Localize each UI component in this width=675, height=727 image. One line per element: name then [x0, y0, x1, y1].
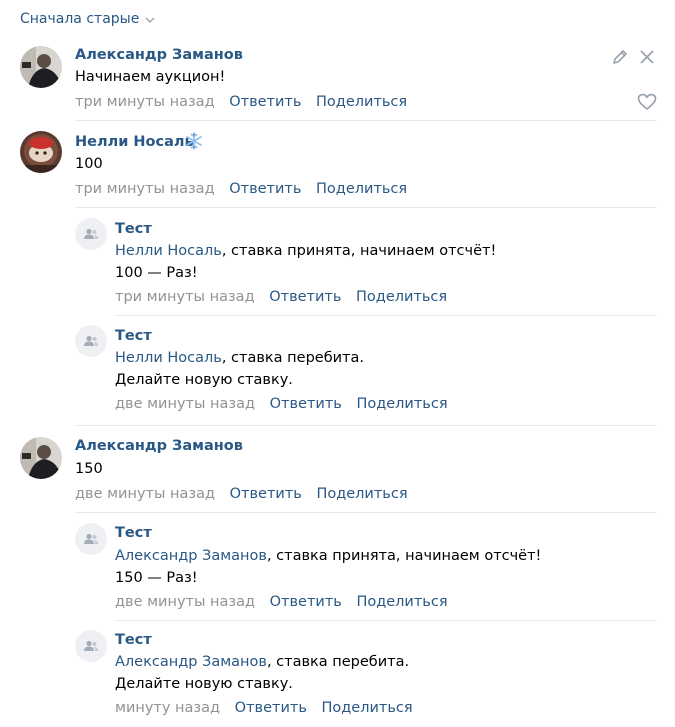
reply-text-line2: 150 — Раз! [115, 570, 198, 586]
avatar[interactable] [75, 523, 107, 555]
reply-author[interactable]: Тест [115, 525, 152, 541]
reply-time[interactable]: три минуты назад [115, 289, 255, 305]
mention-link[interactable]: Нелли Носаль [115, 243, 222, 259]
reply-button[interactable]: Ответить [230, 486, 302, 502]
reply-text-line1: Нелли Носаль, ставка перебита. [115, 350, 364, 366]
reply-text: , ставка перебита. [221, 350, 364, 366]
reply-button[interactable]: Ответить [229, 181, 301, 197]
reply-button[interactable]: Ответить [270, 396, 342, 412]
community-avatar-icon [84, 640, 98, 651]
reply-meta: минуту назад Ответить Поделиться [115, 700, 413, 716]
mention-link[interactable]: Нелли Носаль [115, 350, 222, 366]
chevron-down-icon [145, 17, 155, 23]
avatar[interactable] [20, 437, 62, 479]
comment-author[interactable]: Александр Заманов [75, 47, 243, 63]
reply-time[interactable]: две минуты назад [115, 396, 255, 412]
reply-text-line1: Александр Заманов, ставка перебита. [115, 654, 409, 670]
comment-text: 150 [75, 461, 103, 477]
pencil-icon[interactable] [611, 48, 629, 70]
share-button[interactable]: Поделиться [316, 94, 407, 110]
reply-meta: три минуты назад Ответить Поделиться [115, 289, 447, 305]
comment-meta: две минуты назад Ответить Поделиться [75, 486, 408, 502]
reply-time[interactable]: две минуты назад [115, 594, 255, 610]
separator [115, 620, 657, 621]
comment-meta: три минуты назад Ответить Поделиться [75, 94, 407, 110]
reply-text-line2: 100 — Раз! [115, 265, 198, 281]
reply-author[interactable]: Тест [115, 328, 152, 344]
comment-text: Начинаем аукцион! [75, 69, 226, 85]
separator [75, 425, 657, 426]
share-button[interactable]: Поделиться [316, 181, 407, 197]
reply-text-line1: Александр Заманов, ставка принята, начин… [115, 548, 541, 564]
reply-text: , ставка принята, начинаем отсчёт! [221, 243, 497, 259]
share-button[interactable]: Поделиться [316, 486, 407, 502]
reply-button[interactable]: Ответить [235, 700, 307, 716]
snowflake-icon [184, 131, 204, 155]
reply-button[interactable]: Ответить [269, 289, 341, 305]
separator [75, 120, 657, 121]
avatar[interactable] [75, 630, 107, 662]
sort-label: Сначала старые [20, 11, 140, 27]
mention-link[interactable]: Александр Заманов [115, 654, 267, 670]
comment-time[interactable]: три минуты назад [75, 94, 215, 110]
share-button[interactable]: Поделиться [356, 289, 447, 305]
reply-text-line1: Нелли Носаль, ставка принята, начинаем о… [115, 243, 496, 259]
community-avatar-icon [84, 228, 98, 239]
reply-author[interactable]: Тест [115, 221, 152, 237]
separator [75, 207, 657, 208]
mention-link[interactable]: Александр Заманов [115, 548, 267, 564]
share-button[interactable]: Поделиться [356, 396, 447, 412]
share-button[interactable]: Поделиться [356, 594, 447, 610]
heart-icon[interactable] [637, 93, 657, 115]
comment-author[interactable]: Нелли Носаль [75, 134, 194, 150]
community-avatar-icon [84, 335, 98, 346]
reply-button[interactable]: Ответить [270, 594, 342, 610]
separator [115, 315, 657, 316]
comment-meta: три минуты назад Ответить Поделиться [75, 181, 407, 197]
avatar[interactable] [75, 218, 107, 250]
reply-meta: две минуты назад Ответить Поделиться [115, 396, 448, 412]
community-avatar-icon [84, 533, 98, 544]
comment-author[interactable]: Александр Заманов [75, 438, 243, 454]
reply-button[interactable]: Ответить [229, 94, 301, 110]
share-button[interactable]: Поделиться [321, 700, 412, 716]
close-icon[interactable] [639, 49, 655, 69]
separator [75, 512, 657, 513]
reply-text-line2: Делайте новую ставку. [115, 676, 293, 692]
avatar[interactable] [20, 46, 62, 88]
sort-dropdown[interactable]: Сначала старые [20, 11, 155, 27]
comment-time[interactable]: три минуты назад [75, 181, 215, 197]
avatar[interactable] [20, 131, 62, 173]
reply-time[interactable]: минуту назад [115, 700, 220, 716]
reply-author[interactable]: Тест [115, 632, 152, 648]
reply-text-line2: Делайте новую ставку. [115, 372, 293, 388]
avatar[interactable] [75, 325, 107, 357]
reply-text: , ставка принята, начинаем отсчёт! [266, 548, 542, 564]
comment-text: 100 [75, 156, 103, 172]
reply-text: , ставка перебита. [266, 654, 410, 670]
reply-meta: две минуты назад Ответить Поделиться [115, 594, 448, 610]
comment-time[interactable]: две минуты назад [75, 486, 215, 502]
